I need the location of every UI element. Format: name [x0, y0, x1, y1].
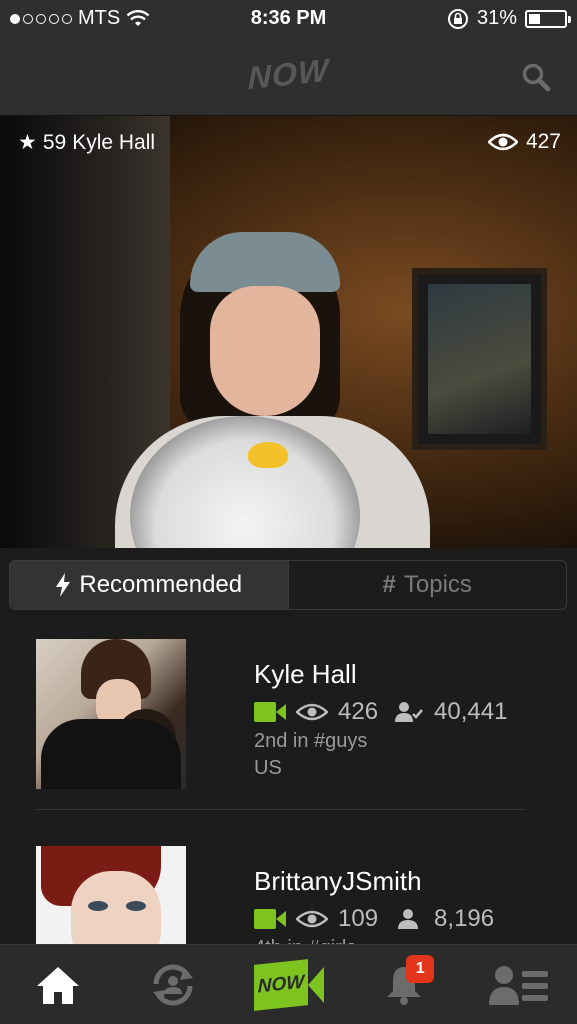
- stream-broadcaster[interactable]: ★ 59 Kyle Hall: [18, 130, 155, 155]
- search-icon[interactable]: [521, 62, 551, 92]
- tab-topics[interactable]: # Topics: [287, 561, 567, 609]
- now-camera-icon: NOW: [253, 958, 324, 1011]
- hash-icon: #: [382, 571, 396, 598]
- nav-bar: NOW: [0, 38, 577, 116]
- profile-list-icon: [489, 965, 549, 1005]
- eye-icon: [487, 133, 518, 151]
- tab-notifications[interactable]: 1: [346, 945, 461, 1024]
- tab-sync[interactable]: [115, 945, 230, 1024]
- rotation-lock-icon: [447, 8, 468, 29]
- eye-icon: [296, 703, 328, 721]
- sync-icon: [153, 964, 194, 1005]
- lightning-icon: [56, 573, 71, 597]
- avatar: [36, 639, 186, 789]
- list-item-info: Kyle Hall 426 40,441 2nd in #guys US: [254, 659, 507, 780]
- tab-home[interactable]: [0, 945, 115, 1024]
- list-item-viewers: 109: [338, 905, 379, 932]
- list-item-viewers: 426: [338, 698, 379, 725]
- now-label: NOW: [253, 958, 308, 1011]
- broadcaster-name: Kyle Hall: [72, 130, 156, 154]
- status-bar: MTS 8:36 PM 31%: [0, 0, 577, 38]
- stream-viewers: 427: [487, 130, 561, 154]
- list-item[interactable]: Kyle Hall 426 40,441 2nd in #guys US: [0, 639, 577, 789]
- live-camera-icon: [254, 909, 286, 929]
- feed-segmented-control: Recommended # Topics: [9, 560, 567, 610]
- list-item[interactable]: BrittanyJSmith 109 8,196 4th in #girls: [0, 846, 577, 946]
- tab-now[interactable]: NOW: [231, 945, 346, 1024]
- eye-icon: [296, 910, 328, 928]
- list-item-followers: 40,441: [434, 698, 508, 725]
- viewer-count: 427: [525, 130, 561, 153]
- tab-recommended[interactable]: Recommended: [10, 561, 288, 609]
- tab-profile[interactable]: [462, 945, 577, 1024]
- battery-icon: [525, 9, 571, 28]
- list-item-rank: 2nd in #guys: [254, 730, 368, 752]
- list-item-stats: 426 40,441: [254, 698, 507, 726]
- list-item-stats: 109 8,196: [254, 905, 494, 933]
- live-camera-icon: [254, 702, 286, 722]
- tab-recommended-label: Recommended: [79, 571, 243, 598]
- avatar: [36, 846, 186, 946]
- battery-area: 31%: [447, 7, 571, 30]
- follower-check-icon: [395, 702, 423, 722]
- app-logo: NOW: [247, 51, 330, 97]
- wall-picture: [412, 268, 547, 450]
- tab-topics-label: Topics: [403, 571, 472, 598]
- bottom-tab-bar: NOW 1: [0, 944, 577, 1024]
- star-icon: ★: [18, 131, 37, 154]
- home-icon: [36, 966, 79, 1004]
- face: [210, 286, 320, 416]
- live-video-stream[interactable]: [0, 116, 577, 548]
- divider: [36, 809, 526, 810]
- list-item-followers: 8,196: [434, 905, 495, 932]
- star-count: 59: [42, 130, 67, 154]
- list-item-name: Kyle Hall: [254, 659, 357, 689]
- penguin-beak: [248, 442, 288, 468]
- notification-badge: 1: [406, 955, 435, 983]
- follower-icon: [398, 909, 419, 929]
- list-item-name: BrittanyJSmith: [254, 866, 422, 896]
- list-item-country: US: [254, 757, 282, 779]
- battery-percent: 31%: [476, 7, 517, 29]
- list-item-info: BrittanyJSmith 109 8,196 4th in #girls: [254, 866, 494, 946]
- beanie: [190, 232, 340, 292]
